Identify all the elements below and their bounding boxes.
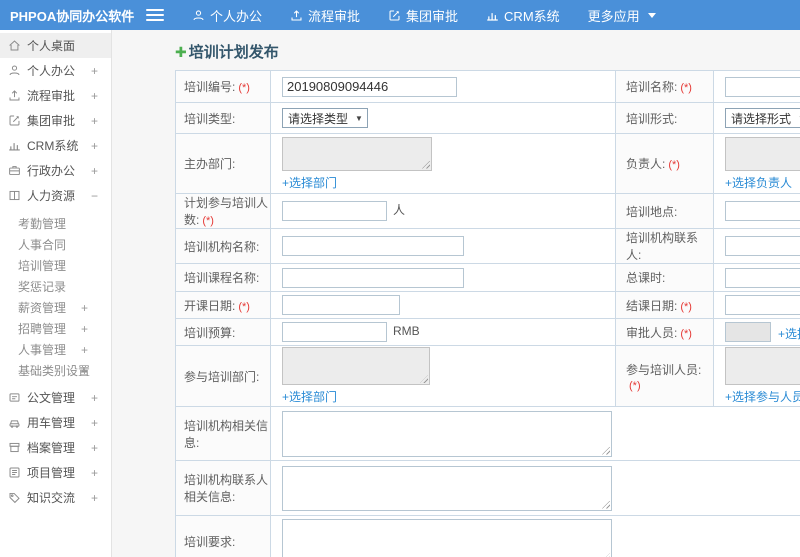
sidebar-subitem-salary[interactable]: 薪资管理 + <box>0 297 111 318</box>
select-arrow-icon: ▼ <box>355 113 363 123</box>
hr-submenu: 考勤管理 人事合同 培训管理 奖惩记录 薪资管理 + 招聘管理 + 人事管理 + 基础… <box>0 208 111 385</box>
car-icon <box>8 416 21 429</box>
form-row-org-info: 培训机构相关信息: <box>175 406 800 461</box>
start-date-input[interactable] <box>282 295 400 315</box>
sidebar-subitem-attendance[interactable]: 考勤管理 <box>0 213 111 234</box>
sidebar-item-document-mgmt[interactable]: 公文管理 + <box>0 385 111 410</box>
training-name-input[interactable] <box>725 76 800 97</box>
archive-icon <box>8 441 21 454</box>
user-icon <box>8 64 21 77</box>
app-brand: PHPOA协同办公软件 <box>10 8 135 24</box>
upload-icon <box>290 9 303 22</box>
form-row-type-format: 培训类型: 请选择类型▼ 培训形式: 请选择形式▼ <box>175 102 800 134</box>
sidebar-item-knowledge-exchange[interactable]: 知识交流 + <box>0 485 111 510</box>
sidebar-item-vehicle-mgmt[interactable]: 用车管理 + <box>0 410 111 435</box>
bar-chart-icon <box>8 139 21 152</box>
add-plus-icon: ✚ <box>175 43 187 60</box>
select-participants-link[interactable]: +选择参与人员 <box>725 388 800 405</box>
training-budget-input[interactable] <box>282 322 387 342</box>
planned-attendee-count-input[interactable] <box>282 201 387 221</box>
nav-group-approval[interactable]: 集团审批 <box>388 6 458 25</box>
training-requirements-textarea[interactable] <box>282 519 612 557</box>
form-row-org-contact-info: 培训机构联系人相关信息: <box>175 460 800 516</box>
select-leader-link[interactable]: +选择负责人 <box>725 174 792 191</box>
home-icon <box>8 39 21 52</box>
sidebar-item-admin-office[interactable]: 行政办公 + <box>0 158 111 183</box>
form-row-budget-approver: 培训预算: RMB 审批人员:(*) +选择审批人员 <box>175 318 800 346</box>
participant-department-box[interactable] <box>282 347 430 385</box>
participant-people-box[interactable] <box>725 347 800 385</box>
nav-workflow-approval[interactable]: 流程审批 <box>290 6 360 25</box>
hamburger-menu-icon[interactable] <box>146 9 164 21</box>
sidebar-item-personal-office[interactable]: 个人办公 + <box>0 58 111 83</box>
host-department-box[interactable] <box>282 136 432 171</box>
training-type-select[interactable]: 请选择类型 ▼ <box>282 108 368 128</box>
course-name-input[interactable] <box>282 267 464 288</box>
sidebar-subitem-training[interactable]: 培训管理 <box>0 255 111 276</box>
nav-more-apps[interactable]: 更多应用 <box>588 6 656 25</box>
form-row-participant-dept-people: 参与培训部门: +选择部门 参与培训人员:(*) +选择参与人员 <box>175 345 800 407</box>
edit-icon <box>8 114 21 127</box>
select-approver-link[interactable]: +选择审批人员 <box>778 325 800 342</box>
sidebar-subitem-base-category[interactable]: 基础类别设置 + <box>0 360 111 381</box>
sidebar-item-workflow-approval[interactable]: 流程审批 + <box>0 83 111 108</box>
form-row-course-hours: 培训课程名称: 总课时: <box>175 263 800 292</box>
form-row-dates: 开课日期: (*) 结课日期: (*) <box>175 291 800 319</box>
leader-box[interactable] <box>725 136 800 171</box>
form-row-attendees-location: 计划参与培训人数: (*) 人 培训地点: <box>175 193 800 229</box>
top-navbar: PHPOA协同办公软件 个人办公 流程审批 集团审批 CRM系统 更多应用 <box>0 0 800 30</box>
sidebar-subitem-reward-punishment[interactable]: 奖惩记录 <box>0 276 111 297</box>
sidebar: 个人桌面 个人办公 + 流程审批 + 集团审批 + CRM系统 + 行政办公 + <box>0 30 112 557</box>
total-hours-input[interactable] <box>725 267 800 288</box>
sidebar-item-project-mgmt[interactable]: 项目管理 + <box>0 460 111 485</box>
form-row-department-leader: 主办部门: +选择部门 负责人: (*) +选择负责人 <box>175 133 800 194</box>
sidebar-item-crm[interactable]: CRM系统 + <box>0 133 111 158</box>
select-participant-department-link[interactable]: +选择部门 <box>282 388 337 405</box>
nav-personal-office[interactable]: 个人办公 <box>192 6 262 25</box>
clipboard-icon <box>8 466 21 479</box>
org-contact-info-textarea[interactable] <box>282 465 612 511</box>
form-row-number-name: 培训编号:(*) 培训名称:(*) <box>175 70 800 103</box>
approver-box[interactable] <box>725 322 771 342</box>
briefcase-icon <box>8 164 21 177</box>
user-icon <box>192 9 205 22</box>
training-location-input[interactable] <box>725 201 800 221</box>
form-row-orgname-contact: 培训机构名称: 培训机构联系人: <box>175 228 800 264</box>
chevron-down-icon <box>647 12 656 18</box>
bar-chart-icon <box>486 9 499 22</box>
main-content: ✚ 培训计划发布 培训编号:(*) 培训名称:(*) 培训类型: 请选择类型▼ … <box>112 30 800 557</box>
sidebar-subitem-hr-contract[interactable]: 人事合同 <box>0 234 111 255</box>
training-org-contact-input[interactable] <box>725 236 800 256</box>
org-info-textarea[interactable] <box>282 410 612 457</box>
document-icon <box>8 391 21 404</box>
sidebar-item-group-approval[interactable]: 集团审批 + <box>0 108 111 133</box>
upload-icon <box>8 89 21 102</box>
training-org-name-input[interactable] <box>282 236 464 256</box>
nav-crm[interactable]: CRM系统 <box>486 6 560 25</box>
form-row-requirements: 培训要求: <box>175 515 800 557</box>
training-number-input[interactable] <box>282 76 457 97</box>
book-icon <box>8 189 21 202</box>
training-format-select[interactable]: 请选择形式▼ <box>725 108 800 128</box>
sidebar-item-personal-desktop[interactable]: 个人桌面 <box>0 33 111 58</box>
sidebar-subitem-recruitment[interactable]: 招聘管理 + <box>0 318 111 339</box>
tag-icon <box>8 491 21 504</box>
sidebar-item-hr[interactable]: 人力资源 − <box>0 183 111 208</box>
training-plan-form: 培训编号:(*) 培训名称:(*) 培训类型: 请选择类型▼ 培训形式: 请选择… <box>175 70 800 557</box>
sidebar-item-archive-mgmt[interactable]: 档案管理 + <box>0 435 111 460</box>
select-department-link[interactable]: +选择部门 <box>282 174 337 191</box>
edit-icon <box>388 9 401 22</box>
sidebar-subitem-personnel[interactable]: 人事管理 + <box>0 339 111 360</box>
end-date-input[interactable] <box>725 295 800 315</box>
page-title: ✚ 培训计划发布 <box>175 43 279 61</box>
